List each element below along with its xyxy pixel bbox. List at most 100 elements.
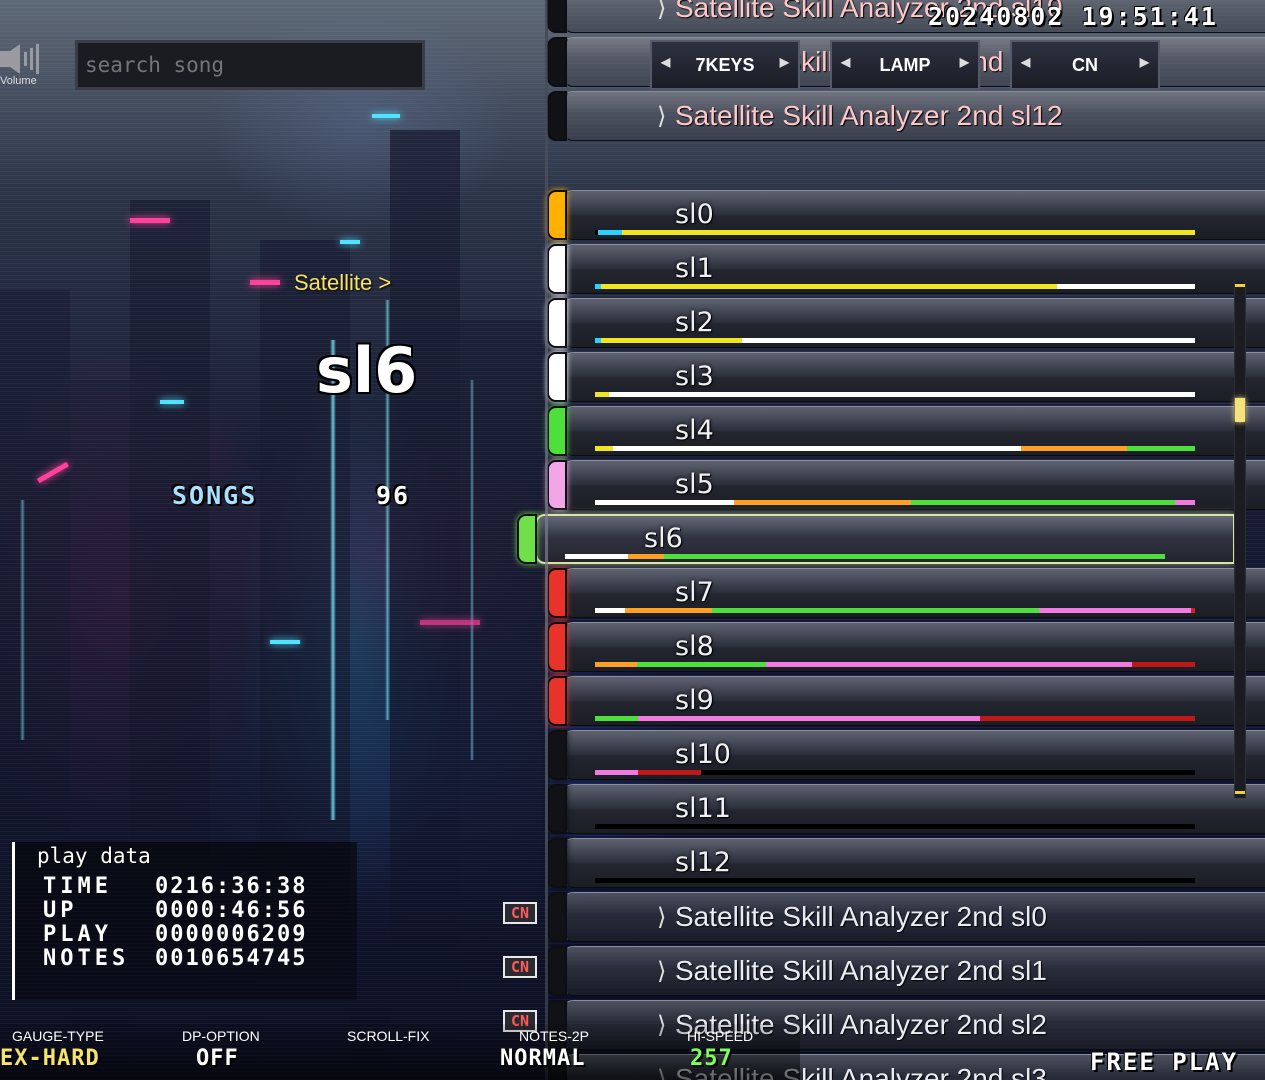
list-scrollbar[interactable] <box>1234 282 1246 798</box>
notes-2p-value[interactable]: NORMAL <box>500 1046 585 1071</box>
song-row[interactable]: sl0 <box>545 190 1265 243</box>
lamp-distribution-bar <box>595 446 1195 451</box>
song-title: sl12 <box>675 847 731 878</box>
filter-next-icon[interactable]: ▶ <box>780 55 789 69</box>
lamp-distribution-bar <box>595 500 1195 505</box>
lamp-distribution-bar <box>565 554 1165 559</box>
clear-lamp <box>547 892 567 942</box>
scrollbar-top-cap <box>1235 284 1245 287</box>
folder-title: Satellite Skill Analyzer 2nd sl12 <box>675 100 1063 131</box>
distribution-segment <box>613 446 1021 451</box>
distribution-segment <box>638 716 981 721</box>
song-title: sl3 <box>675 361 714 392</box>
clear-lamp <box>547 37 567 87</box>
list-divider <box>545 0 548 1080</box>
song-row[interactable]: sl12 <box>545 838 1265 891</box>
song-title: sl7 <box>675 577 714 608</box>
play-data-label: PLAY <box>43 922 112 947</box>
distribution-segment <box>595 446 613 451</box>
filter-cn[interactable]: ◀ CN ▶ <box>1010 40 1160 90</box>
gauge-type-value[interactable]: EX-HARD <box>0 1046 100 1071</box>
song-row[interactable]: sl2 <box>545 298 1265 351</box>
distribution-segment <box>608 392 1195 397</box>
scrollbar-bottom-cap <box>1235 791 1245 794</box>
bottom-status-bar: GAUGE-TYPE EX-HARD DP-OPTION OFF SCROLL-… <box>0 1024 800 1080</box>
distribution-segment <box>637 662 766 667</box>
lamp-distribution-bar <box>595 608 1195 613</box>
play-data-value: 0216:36:38 <box>155 874 308 899</box>
dp-option-value[interactable]: OFF <box>196 1046 239 1071</box>
play-data-panel: play data TIME 0216:36:38 UP 0000:46:56 … <box>12 842 357 1000</box>
cn-badge: CN <box>503 956 537 978</box>
play-data-label: NOTES <box>43 946 130 971</box>
distribution-segment <box>1190 608 1195 613</box>
hi-speed-value[interactable]: 257 <box>690 1046 733 1071</box>
filter-keys[interactable]: ◀ 7KEYS ▶ <box>650 40 800 90</box>
folder-row[interactable]: CN ⟩ Satellite Skill Analyzer 2nd sl0 <box>503 892 1265 945</box>
filter-next-icon[interactable]: ▶ <box>960 55 969 69</box>
scrollbar-thumb[interactable] <box>1235 398 1245 422</box>
folder-breadcrumb: Satellite > <box>294 270 392 295</box>
song-title: sl4 <box>675 415 714 446</box>
song-row[interactable]: sl5 <box>545 460 1265 513</box>
folder-row[interactable]: ⟩ Satellite Skill Analyzer 2nd sl12 <box>545 91 1265 144</box>
clear-lamp <box>547 91 567 141</box>
clear-lamp <box>547 352 567 402</box>
distribution-segment <box>595 662 637 667</box>
clear-lamp <box>547 0 567 33</box>
filter-next-icon[interactable]: ▶ <box>1140 55 1149 69</box>
distribution-segment <box>595 500 735 505</box>
song-row[interactable]: sl11 <box>545 784 1265 837</box>
folder-arrow-icon: ⟩ <box>657 957 667 985</box>
lamp-distribution-bar <box>595 824 1195 829</box>
lamp-distribution-bar <box>595 716 1195 721</box>
play-data-value: 0010654745 <box>155 946 308 971</box>
distribution-segment <box>766 662 1132 667</box>
distribution-segment <box>911 500 1176 505</box>
distribution-segment <box>601 284 1057 289</box>
clear-lamp <box>547 406 567 456</box>
song-row[interactable]: sl8 <box>545 622 1265 675</box>
song-row[interactable]: sl6 <box>515 514 1235 567</box>
distribution-segment <box>595 878 1195 883</box>
song-row[interactable]: sl7 <box>545 568 1265 621</box>
song-title: sl10 <box>675 739 731 770</box>
distribution-segment <box>1132 662 1195 667</box>
filter-lamp[interactable]: ◀ LAMP ▶ <box>830 40 980 90</box>
distribution-segment <box>664 554 1165 559</box>
distribution-segment <box>1021 446 1128 451</box>
lamp-distribution-bar <box>595 338 1195 343</box>
hi-speed-label: HI-SPEED <box>687 1028 754 1044</box>
folder-row[interactable]: CN ⟩ Satellite Skill Analyzer 2nd sl1 <box>503 946 1265 999</box>
song-row[interactable]: sl10 <box>545 730 1265 783</box>
clear-lamp <box>547 460 567 510</box>
distribution-segment <box>1127 446 1195 451</box>
clear-lamp <box>547 838 567 888</box>
distribution-segment <box>565 554 628 559</box>
scroll-fix-label: SCROLL-FIX <box>347 1028 430 1044</box>
folder-title: Satellite Skill Analyzer 2nd sl1 <box>675 955 1047 986</box>
song-title: sl6 <box>644 523 683 554</box>
clear-lamp <box>547 730 567 780</box>
lamp-distribution-bar <box>595 392 1195 397</box>
folder-arrow-icon: ⟩ <box>657 0 667 22</box>
song-row[interactable]: sl3 <box>545 352 1265 405</box>
lamp-distribution-bar <box>595 770 1195 775</box>
selected-title: sl6 <box>316 334 418 407</box>
song-title: sl2 <box>675 307 714 338</box>
clear-lamp <box>547 568 567 618</box>
play-data-value: 0000006209 <box>155 922 308 947</box>
distribution-segment <box>595 392 609 397</box>
play-data-value: 0000:46:56 <box>155 898 308 923</box>
distribution-segment <box>595 824 1195 829</box>
song-row[interactable]: sl4 <box>545 406 1265 459</box>
song-row[interactable]: sl1 <box>545 244 1265 297</box>
distribution-segment <box>598 230 622 235</box>
folder-title: Satellite Skill Analyzer 2nd sl0 <box>675 901 1047 932</box>
song-row[interactable]: sl9 <box>545 676 1265 729</box>
song-title: sl9 <box>675 685 714 716</box>
song-title: sl5 <box>675 469 714 500</box>
play-data-label: TIME <box>43 874 112 899</box>
lamp-distribution-bar <box>595 878 1195 883</box>
play-data-label: UP <box>43 898 78 923</box>
